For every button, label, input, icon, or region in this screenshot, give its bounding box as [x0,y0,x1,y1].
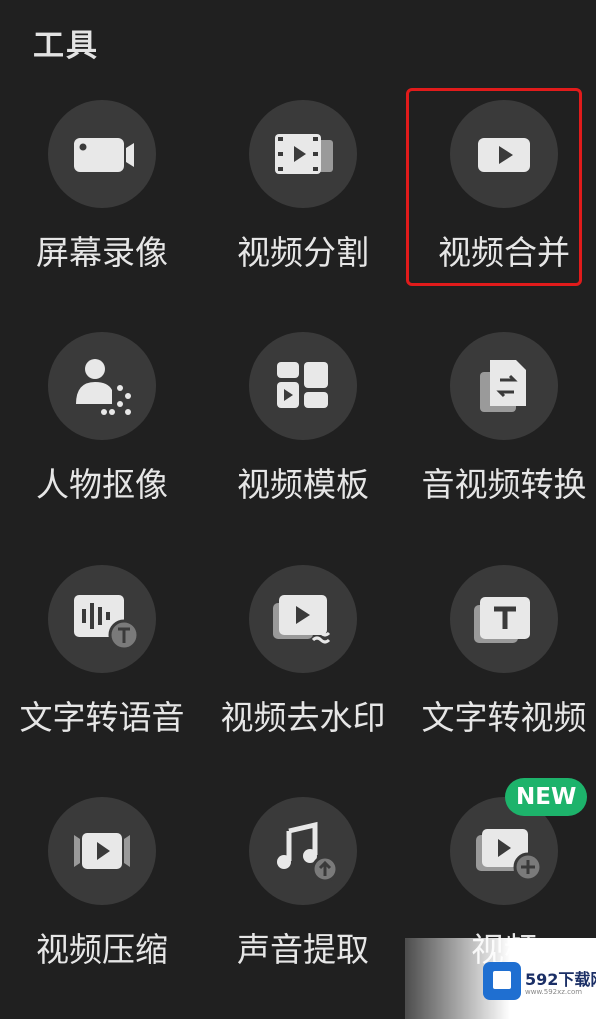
compress-icon [74,833,130,869]
tool-label: 人物抠像 [36,465,168,504]
tool-icon-circle [249,797,357,905]
tool-icon-circle [450,332,558,440]
tool-label: 文字转语音 [19,698,185,737]
tool-icon-circle [249,332,357,440]
film-split-icon [275,134,333,174]
tool-label: 屏幕录像 [36,233,168,272]
music-extract-icon [277,821,339,883]
tool-icon-circle [48,797,156,905]
camera-icon [74,138,134,172]
tool-icon-circle [249,565,357,673]
tool-label: 声音提取 [237,930,369,969]
tool-watermark-remove[interactable]: 视频去水印 [205,565,401,775]
tool-label: 视频分割 [237,233,369,272]
person-cutout-icon [76,359,131,415]
convert-icon [480,360,526,412]
tool-label: 视频压缩 [36,930,168,969]
tool-av-convert[interactable]: 音视频转换 [406,332,596,542]
tool-label: 视频模板 [237,465,369,504]
tool-video-template[interactable]: 视频模板 [205,332,401,542]
text-to-speech-icon [74,595,140,651]
tool-video-compress[interactable]: 视频压缩 [4,797,200,1007]
tool-audio-extract[interactable]: 声音提取 [205,797,401,1007]
tool-text-to-video[interactable]: 文字转视频 [406,565,596,775]
template-icon [277,362,328,408]
tool-icon-circle [48,332,156,440]
new-badge: NEW [505,778,588,816]
section-title: 工具 [33,28,99,64]
watermark-url: www.592xz.com [525,988,583,996]
watermark-remove-icon [273,595,331,644]
tool-icon-circle [450,565,558,673]
tool-screen-record[interactable]: 屏幕录像 [4,100,200,310]
tool-text-to-speech[interactable]: 文字转语音 [4,565,200,775]
text-to-video-icon [474,597,530,643]
site-watermark: 592下载网 www.592xz.com [405,938,596,1019]
watermark-text: 592下载网 [525,970,596,989]
tool-label: 文字转视频 [421,698,587,737]
tool-icon-circle [249,100,357,208]
tool-video-split[interactable]: 视频分割 [205,100,401,310]
tool-label: 音视频转换 [421,465,587,504]
tool-icon-circle [48,100,156,208]
tool-person-cutout[interactable]: 人物抠像 [4,332,200,542]
selected-tool-highlight [406,88,582,286]
tool-icon-circle [48,565,156,673]
tool-label: 视频去水印 [220,698,386,737]
watermark-logo-icon [483,962,521,1000]
